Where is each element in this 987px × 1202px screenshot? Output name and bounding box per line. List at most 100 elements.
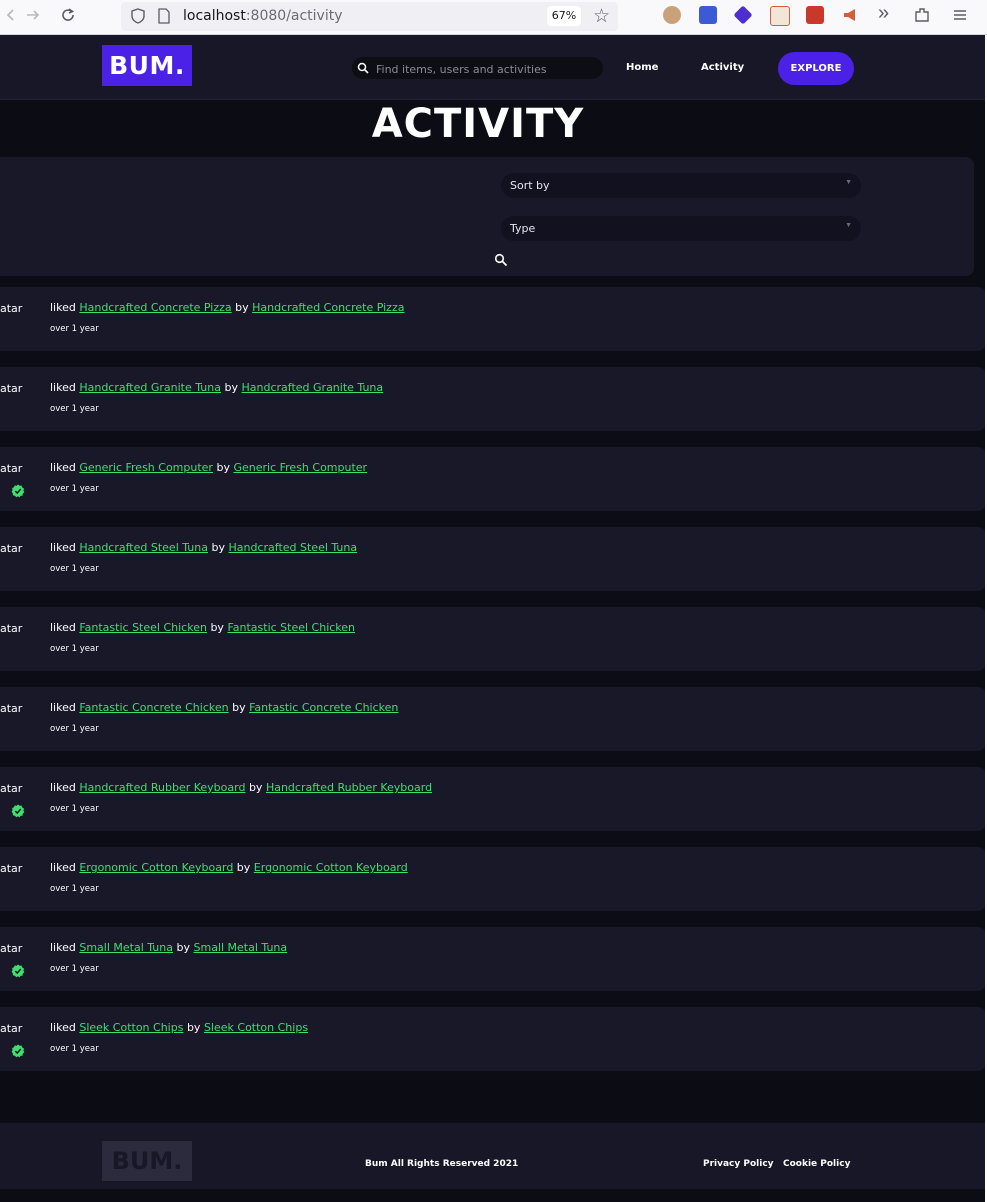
owner-link[interactable]: Handcrafted Granite Tuna <box>242 381 384 394</box>
search-input[interactable] <box>374 59 598 79</box>
owner-link[interactable]: Generic Fresh Computer <box>233 461 367 474</box>
avatar[interactable]: atar <box>0 942 22 955</box>
owner-link[interactable]: Sleek Cotton Chips <box>204 1021 308 1034</box>
activity-text: liked Handcrafted Granite Tuna by Handcr… <box>50 381 383 394</box>
activity-text: liked Handcrafted Concrete Pizza by Hand… <box>50 301 404 314</box>
activity-by: by <box>176 941 191 954</box>
extension-megaphone-icon[interactable] <box>842 6 860 24</box>
bookmark-star-icon[interactable]: ☆ <box>593 5 610 28</box>
item-link[interactable]: Ergonomic Cotton Keyboard <box>79 861 233 874</box>
page-icon[interactable] <box>157 8 171 24</box>
verified-badge-icon <box>11 964 25 978</box>
activity-text: liked Handcrafted Rubber Keyboard by Han… <box>50 781 432 794</box>
avatar[interactable]: atar <box>0 782 22 795</box>
privacy-policy-link[interactable]: Privacy Policy <box>703 1159 774 1169</box>
cookie-policy-link[interactable]: Cookie Policy <box>783 1159 850 1169</box>
item-link[interactable]: Handcrafted Steel Tuna <box>79 541 208 554</box>
extension-page-icon[interactable] <box>770 6 790 26</box>
sort-by-select[interactable]: Sort by ▼ <box>501 173 861 198</box>
avatar[interactable]: atar <box>0 302 22 315</box>
site-search[interactable] <box>352 57 603 79</box>
activity-timestamp: over 1 year <box>50 484 99 494</box>
explore-button[interactable]: EXPLORE <box>778 52 854 85</box>
activity-item: atar liked Ergonomic Cotton Keyboard by E… <box>0 847 987 911</box>
avatar[interactable]: atar <box>0 462 22 475</box>
activity-verb: liked <box>50 941 76 954</box>
hamburger-menu-icon[interactable] <box>951 6 969 24</box>
activity-item: atar liked Small Metal Tuna by Small Meta… <box>0 927 987 991</box>
verified-badge-icon <box>11 1044 25 1058</box>
extension-cookie-icon[interactable] <box>663 6 681 24</box>
avatar[interactable]: atar <box>0 862 22 875</box>
avatar[interactable]: atar <box>0 1022 22 1035</box>
activity-timestamp: over 1 year <box>50 644 99 654</box>
activity-timestamp: over 1 year <box>50 1044 99 1054</box>
activity-by: by <box>236 861 251 874</box>
activity-by: by <box>235 301 249 314</box>
activity-timestamp: over 1 year <box>50 724 99 734</box>
activity-text: liked Small Metal Tuna by Small Metal Tu… <box>50 941 287 954</box>
activity-text: liked Handcrafted Steel Tuna by Handcraf… <box>50 541 357 554</box>
avatar[interactable]: atar <box>0 542 22 555</box>
item-link[interactable]: Fantastic Concrete Chicken <box>79 701 228 714</box>
activity-text: liked Fantastic Concrete Chicken by Fant… <box>50 701 398 714</box>
owner-link[interactable]: Ergonomic Cotton Keyboard <box>254 861 408 874</box>
activity-verb: liked <box>50 1021 76 1034</box>
activity-timestamp: over 1 year <box>50 564 99 574</box>
back-arrow-icon[interactable] <box>0 6 22 28</box>
activity-text: liked Generic Fresh Computer by Generic … <box>50 461 367 474</box>
extension-red-icon[interactable] <box>806 6 824 24</box>
item-link[interactable]: Handcrafted Concrete Pizza <box>79 301 231 314</box>
activity-verb: liked <box>50 621 76 634</box>
activity-item: atar liked Handcrafted Steel Tuna by Hand… <box>0 527 987 591</box>
owner-link[interactable]: Small Metal Tuna <box>194 941 288 954</box>
owner-link[interactable]: Handcrafted Concrete Pizza <box>252 301 404 314</box>
avatar[interactable]: atar <box>0 382 22 395</box>
item-link[interactable]: Fantastic Steel Chicken <box>79 621 207 634</box>
item-link[interactable]: Sleek Cotton Chips <box>79 1021 183 1034</box>
forward-arrow-icon[interactable] <box>22 6 44 28</box>
activity-item: atar liked Sleek Cotton Chips by Sleek Co… <box>0 1007 987 1071</box>
item-link[interactable]: Handcrafted Rubber Keyboard <box>79 781 245 794</box>
caret-down-icon: ▼ <box>845 179 852 186</box>
activity-item: atar liked Generic Fresh Computer by Gene… <box>0 447 987 511</box>
extension-shield-icon[interactable] <box>699 6 717 24</box>
activity-text: liked Ergonomic Cotton Keyboard by Ergon… <box>50 861 408 874</box>
footer-logo[interactable]: BUM. <box>102 1141 192 1181</box>
page-title: ACTIVITY <box>371 101 585 147</box>
owner-link[interactable]: Fantastic Steel Chicken <box>227 621 355 634</box>
extensions-puzzle-icon[interactable] <box>913 6 931 24</box>
address-bar[interactable]: localhost:8080/activity 67% ☆ <box>121 2 618 31</box>
overflow-chevrons-icon[interactable]: » <box>878 2 889 25</box>
zoom-level-badge[interactable]: 67% <box>547 6 581 26</box>
item-link[interactable]: Handcrafted Granite Tuna <box>79 381 221 394</box>
activity-verb: liked <box>50 701 76 714</box>
item-link[interactable]: Generic Fresh Computer <box>79 461 213 474</box>
caret-down-icon: ▼ <box>845 222 852 229</box>
type-select[interactable]: Type ▼ <box>501 216 861 241</box>
activity-text: liked Sleek Cotton Chips by Sleek Cotton… <box>50 1021 308 1034</box>
owner-link[interactable]: Handcrafted Steel Tuna <box>228 541 357 554</box>
owner-link[interactable]: Fantastic Concrete Chicken <box>249 701 398 714</box>
nav-home-link[interactable]: Home <box>626 62 658 73</box>
activity-verb: liked <box>50 381 76 394</box>
activity-item: atar liked Handcrafted Granite Tuna by Ha… <box>0 367 987 431</box>
filter-search-icon[interactable] <box>494 253 508 267</box>
activity-verb: liked <box>50 781 76 794</box>
avatar[interactable]: atar <box>0 622 22 635</box>
url-path: :8080/activity <box>245 8 343 24</box>
browser-toolbar: localhost:8080/activity 67% ☆ » <box>0 0 987 35</box>
owner-link[interactable]: Handcrafted Rubber Keyboard <box>266 781 432 794</box>
extension-layers-icon[interactable] <box>733 5 753 25</box>
item-link[interactable]: Small Metal Tuna <box>79 941 173 954</box>
activity-by: by <box>232 701 246 714</box>
reload-icon[interactable] <box>57 6 79 28</box>
site-logo[interactable]: BUM. <box>102 45 192 86</box>
url-text[interactable]: localhost:8080/activity <box>183 8 343 24</box>
activity-by: by <box>210 621 224 634</box>
avatar[interactable]: atar <box>0 702 22 715</box>
activity-by: by <box>224 381 239 394</box>
activity-timestamp: over 1 year <box>50 404 99 414</box>
shield-icon[interactable] <box>130 8 146 24</box>
nav-activity-link[interactable]: Activity <box>701 62 744 73</box>
